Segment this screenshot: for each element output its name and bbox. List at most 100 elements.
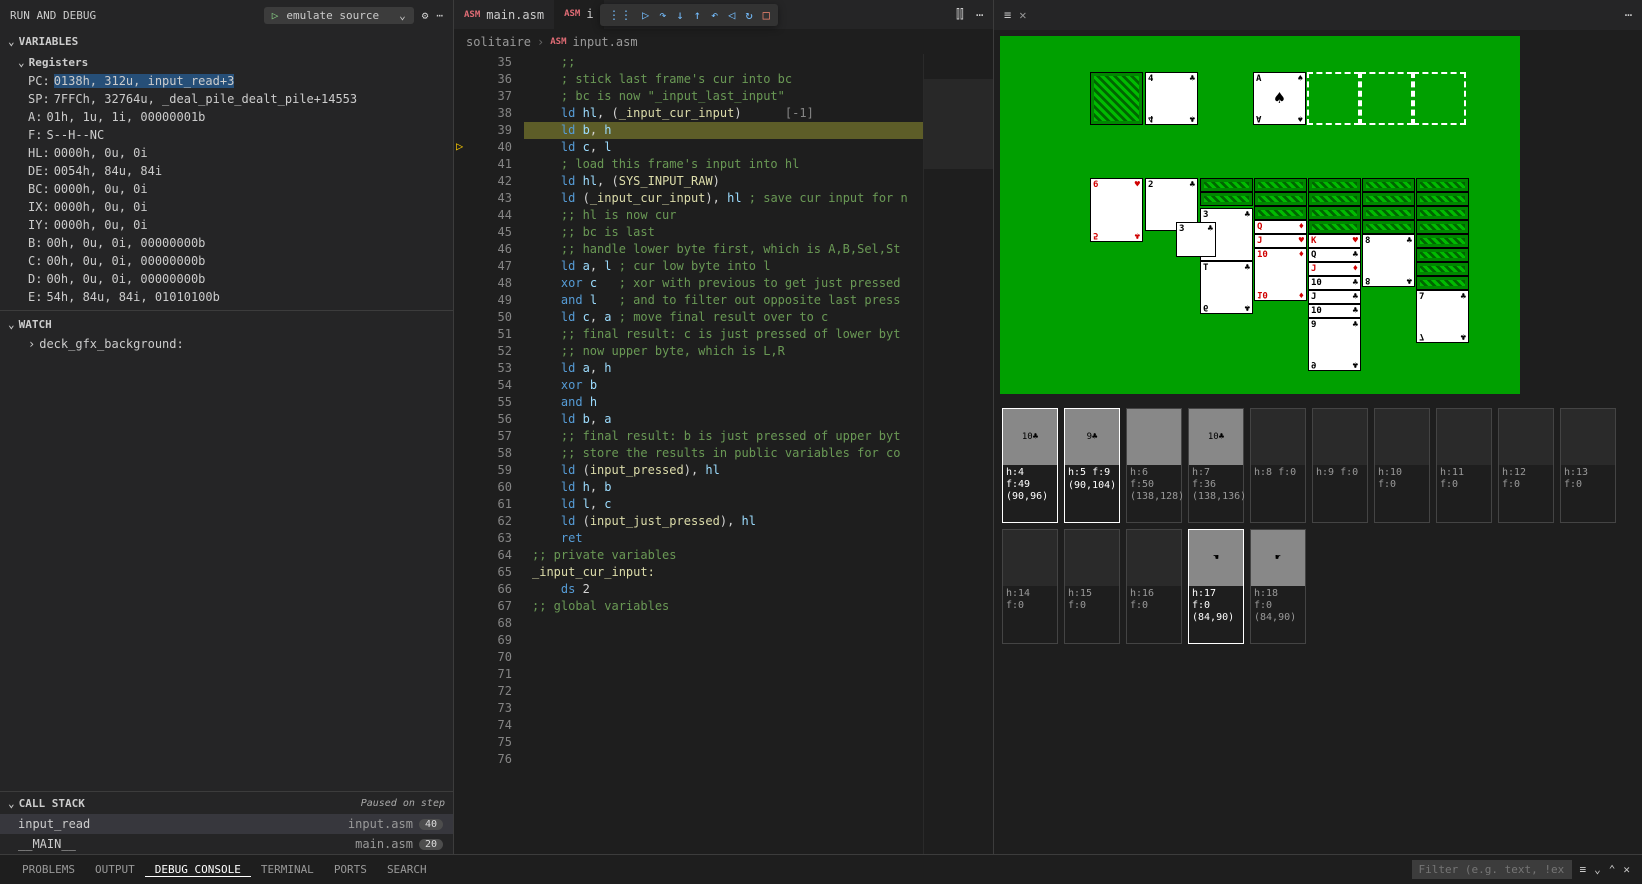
code-line[interactable]: ld c, l <box>524 139 923 156</box>
more-icon[interactable]: ⋯ <box>436 9 443 22</box>
code-line[interactable]: ld h, b <box>524 479 923 496</box>
sprite-cell[interactable]: h:9 f:0 <box>1312 408 1368 523</box>
sprite-cell[interactable]: 9♣h:5 f:9(90,104) <box>1064 408 1120 523</box>
play-icon[interactable]: ▷ <box>272 9 279 22</box>
code-line[interactable]: xor c ; xor with previous to get just pr… <box>524 275 923 292</box>
code-line[interactable]: ;; private variables <box>524 547 923 564</box>
register-row[interactable]: E: 54h, 84u, 84i, 01010100b <box>0 288 453 306</box>
sprite-cell[interactable]: ☚h:17f:0(84,90) <box>1188 529 1244 644</box>
sprite-cell[interactable]: h:14f:0 <box>1002 529 1058 644</box>
register-row[interactable]: SP: 7FFCh, 32764u, _deal_pile_dealt_pile… <box>0 90 453 108</box>
register-row[interactable]: D: 00h, 0u, 0i, 00000000b <box>0 270 453 288</box>
collapse-icon[interactable]: ⌄ <box>1594 863 1601 876</box>
expand-icon[interactable]: ⌃ <box>1609 863 1616 876</box>
sprite-cell[interactable]: h:12f:0 <box>1498 408 1554 523</box>
code-line[interactable]: ;; now upper byte, which is L,R <box>524 343 923 360</box>
code-line[interactable]: ld (input_pressed), hl <box>524 462 923 479</box>
sprite-cell[interactable]: h:15f:0 <box>1064 529 1120 644</box>
more-icon[interactable]: ⋯ <box>968 8 991 22</box>
code-line[interactable]: ld b, h <box>524 122 923 139</box>
bottom-tab[interactable]: TERMINAL <box>251 863 324 877</box>
code-line[interactable]: ld c, a ; move final result over to c <box>524 309 923 326</box>
step-over-icon[interactable]: ↷ <box>659 8 666 22</box>
watch-item[interactable]: › deck_gfx_background: <box>0 335 453 353</box>
register-row[interactable]: BC: 0000h, 0u, 0i <box>0 180 453 198</box>
reverse-icon[interactable]: ◁ <box>728 8 735 22</box>
bottom-tab[interactable]: PROBLEMS <box>12 863 85 877</box>
code-line[interactable]: ;; final result: c is just pressed of lo… <box>524 326 923 343</box>
restart-icon[interactable]: ↻ <box>745 8 752 22</box>
config-selector[interactable]: ▷ emulate source ⌄ <box>264 7 414 24</box>
code-editor[interactable]: ▷ 35363738394041424344454647484950515253… <box>454 54 993 854</box>
step-into-icon[interactable]: ↓ <box>676 8 683 22</box>
filter-icon[interactable]: ≡ <box>1580 863 1587 876</box>
bottom-tab[interactable]: OUTPUT <box>85 863 145 877</box>
sprite-cell[interactable]: h:11f:0 <box>1436 408 1492 523</box>
callstack-header[interactable]: ⌄ CALL STACK Paused on step <box>0 792 453 814</box>
continue-icon[interactable]: ▷ <box>642 8 649 22</box>
code-line[interactable]: ret <box>524 530 923 547</box>
sprite-cell[interactable]: h:6f:50(138,128) <box>1126 408 1182 523</box>
sprite-cell[interactable]: 10♣h:4f:49(90,96) <box>1002 408 1058 523</box>
register-row[interactable]: IY: 0000h, 0u, 0i <box>0 216 453 234</box>
filter-input[interactable] <box>1412 860 1572 879</box>
callstack-frame[interactable]: __MAIN__main.asm20 <box>0 834 453 854</box>
sprite-cell[interactable]: h:8 f:0 <box>1250 408 1306 523</box>
code-line[interactable]: ld hl, (SYS_INPUT_RAW) <box>524 173 923 190</box>
register-row[interactable]: HL: 0000h, 0u, 0i <box>0 144 453 162</box>
code-line[interactable]: ld b, a <box>524 411 923 428</box>
code-line[interactable]: xor b <box>524 377 923 394</box>
code-line[interactable]: ;; bc is last <box>524 224 923 241</box>
bottom-tab[interactable]: PORTS <box>324 863 377 877</box>
register-row[interactable]: IX: 0000h, 0u, 0i <box>0 198 453 216</box>
code-line[interactable]: ; load this frame's input into hl <box>524 156 923 173</box>
register-row[interactable]: F: S--H--NC <box>0 126 453 144</box>
code-line[interactable]: ;; handle lower byte first, which is A,B… <box>524 241 923 258</box>
sprite-cell[interactable]: ☛h:18f:0(84,90) <box>1250 529 1306 644</box>
sprite-cell[interactable]: h:16f:0 <box>1126 529 1182 644</box>
bottom-tab[interactable]: SEARCH <box>377 863 437 877</box>
stop-icon[interactable]: □ <box>763 8 770 22</box>
breadcrumb-folder[interactable]: solitaire <box>466 35 531 49</box>
step-out-icon[interactable]: ↑ <box>694 8 701 22</box>
close-icon[interactable]: ✕ <box>1019 8 1026 22</box>
code-line[interactable]: ld (_input_cur_input), hl ; save cur inp… <box>524 190 923 207</box>
code-line[interactable]: ;; global variables <box>524 598 923 615</box>
drag-handle-icon[interactable]: ⋮⋮ <box>608 8 632 22</box>
code-line[interactable]: and h <box>524 394 923 411</box>
code-line[interactable]: ld a, l ; cur low byte into l <box>524 258 923 275</box>
gear-icon[interactable]: ⚙ <box>422 9 429 22</box>
code-line[interactable]: ds 2 <box>524 581 923 598</box>
code-line[interactable]: and l ; and to filter out opposite last … <box>524 292 923 309</box>
editor-tab[interactable]: ASMmain.asm <box>454 0 554 30</box>
code-line[interactable]: ;; store the results in public variables… <box>524 445 923 462</box>
panel-tab[interactable]: ≡ ✕ <box>994 0 1036 30</box>
code-line[interactable]: ld a, h <box>524 360 923 377</box>
callstack-frame[interactable]: input_readinput.asm40 <box>0 814 453 834</box>
code-line[interactable]: ld (input_just_pressed), hl <box>524 513 923 530</box>
more-icon[interactable]: ⋯ <box>1615 8 1642 22</box>
register-row[interactable]: DE: 0054h, 84u, 84i <box>0 162 453 180</box>
code-line[interactable]: ;; hl is now cur <box>524 207 923 224</box>
editor-tab[interactable]: ASMi <box>554 0 604 30</box>
sprite-cell[interactable]: h:13f:0 <box>1560 408 1616 523</box>
minimap[interactable] <box>923 54 993 854</box>
minimap-viewport[interactable] <box>924 79 993 169</box>
code-line[interactable]: ;; final result: b is just pressed of up… <box>524 428 923 445</box>
sprite-cell[interactable]: h:10f:0 <box>1374 408 1430 523</box>
register-row[interactable]: C: 00h, 0u, 0i, 00000000b <box>0 252 453 270</box>
close-panel-icon[interactable]: ✕ <box>1623 863 1630 876</box>
variables-section-header[interactable]: ⌄ VARIABLES <box>0 30 453 52</box>
watch-section-header[interactable]: ⌄ WATCH <box>0 313 453 335</box>
registers-header[interactable]: ⌄ Registers <box>0 52 453 72</box>
code-line[interactable]: ; stick last frame's cur into bc <box>524 71 923 88</box>
bottom-tab[interactable]: DEBUG CONSOLE <box>145 863 251 877</box>
step-back-icon[interactable]: ↶ <box>711 8 718 22</box>
code-line[interactable]: _input_cur_input: <box>524 564 923 581</box>
register-row[interactable]: B: 00h, 0u, 0i, 00000000b <box>0 234 453 252</box>
code-line[interactable]: ; bc is now "_input_last_input" <box>524 88 923 105</box>
register-row[interactable]: PC: 0138h, 312u, input_read+3 <box>0 72 453 90</box>
chevron-down-icon[interactable]: ⌄ <box>399 9 406 22</box>
code-line[interactable]: ld hl, (_input_cur_input) [-1] <box>524 105 923 122</box>
code-line[interactable]: ld l, c <box>524 496 923 513</box>
